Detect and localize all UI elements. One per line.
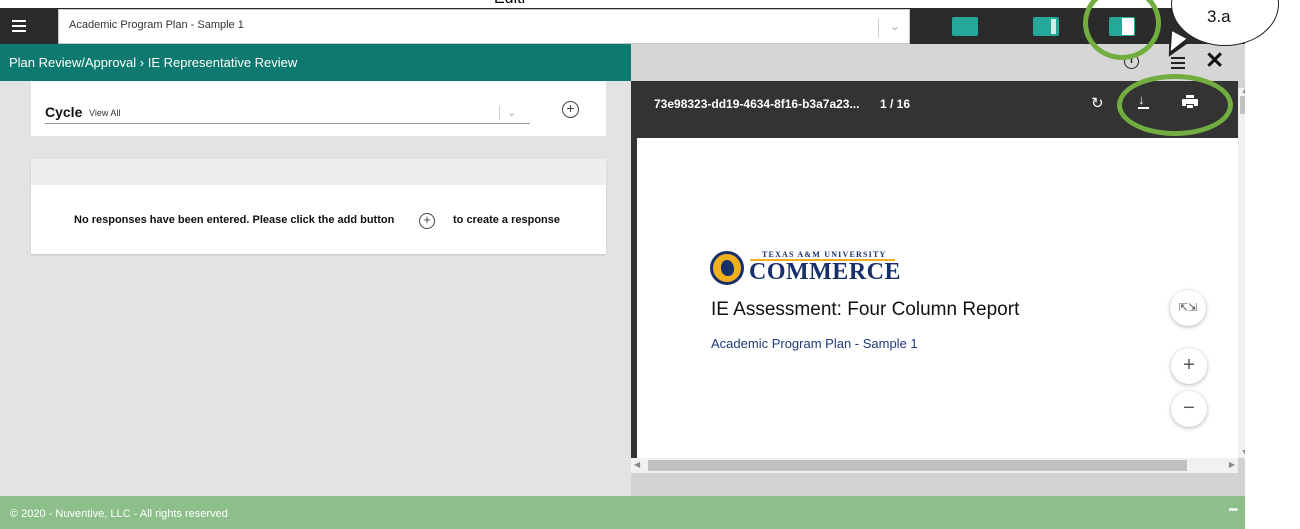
pdf-file-name: 73e98323-dd19-4634-8f16-b3a7a23... <box>654 97 860 111</box>
breadcrumb-text[interactable]: Plan Review/Approval › IE Representative… <box>9 55 297 70</box>
plan-select-value: Academic Program Plan - Sample 1 <box>69 19 244 31</box>
callout-label: 3.a <box>1207 7 1231 26</box>
more-icon[interactable]: ••• <box>1228 504 1238 516</box>
close-icon[interactable]: ✕ <box>1205 47 1224 74</box>
overlay-text-strip: Editi <box>0 0 1300 8</box>
scroll-left-icon[interactable]: ◀ <box>634 460 640 469</box>
empty-responses-message-suffix: to create a response <box>453 214 560 226</box>
logo-commerce-text: COMMERCE <box>749 259 901 285</box>
chevron-down-icon[interactable]: ⌄ <box>507 106 516 119</box>
cycle-label: Cycle <box>45 104 83 120</box>
layout-split-icon[interactable] <box>1109 17 1135 36</box>
add-response-icon[interactable]: + <box>419 213 435 229</box>
pdf-page <box>637 138 1238 458</box>
layout-right-panel-icon[interactable] <box>1033 17 1059 36</box>
layout-left-icon[interactable] <box>952 17 978 36</box>
overlay-text: Editi <box>494 0 525 8</box>
rotate-icon[interactable]: ↻ <box>1091 94 1104 112</box>
left-panel <box>0 81 631 496</box>
scroll-right-icon[interactable]: ▶ <box>1229 460 1235 469</box>
footer: © 2020 - Nuventive, LLC - All rights res… <box>0 496 1245 529</box>
responses-card-header <box>31 159 606 185</box>
download-icon[interactable]: ↓ <box>1137 93 1149 109</box>
document-subtitle: Academic Program Plan - Sample 1 <box>711 336 918 351</box>
breadcrumb: Plan Review/Approval › IE Representative… <box>0 44 631 81</box>
cycle-select-underline <box>45 123 530 124</box>
cycle-select-value[interactable]: View All <box>89 108 120 118</box>
info-icon[interactable]: i <box>1124 54 1139 69</box>
hamburger-menu-icon[interactable] <box>12 20 26 32</box>
document-title: IE Assessment: Four Column Report <box>711 299 1020 320</box>
zoom-out-button[interactable]: − <box>1171 391 1207 427</box>
fit-page-icon[interactable]: ⇱⇲ <box>1170 290 1206 326</box>
footer-copyright: © 2020 - Nuventive, LLC - All rights res… <box>10 508 228 520</box>
zoom-in-button[interactable]: + <box>1171 348 1207 384</box>
viewer-header-bar <box>631 44 1245 81</box>
plan-select-separator <box>878 18 879 38</box>
pdf-horizontal-scrollbar[interactable]: ◀ ▶ <box>631 458 1238 473</box>
plan-select-dropdown[interactable]: Academic Program Plan - Sample 1 ⌄ <box>58 9 910 44</box>
university-logo-icon <box>710 251 744 285</box>
add-cycle-icon[interactable]: + <box>562 101 579 118</box>
pdf-page-indicator: 1 / 16 <box>880 97 911 111</box>
logo-university-text: TEXAS A&M UNIVERSITY <box>762 250 887 259</box>
print-icon[interactable] <box>1182 95 1198 109</box>
cycle-select-separator <box>499 106 500 120</box>
empty-responses-message: No responses have been entered. Please c… <box>74 214 395 226</box>
scroll-thumb[interactable] <box>648 460 1187 471</box>
chevron-down-icon[interactable]: ⌄ <box>890 19 900 33</box>
right-margin <box>1245 0 1300 529</box>
